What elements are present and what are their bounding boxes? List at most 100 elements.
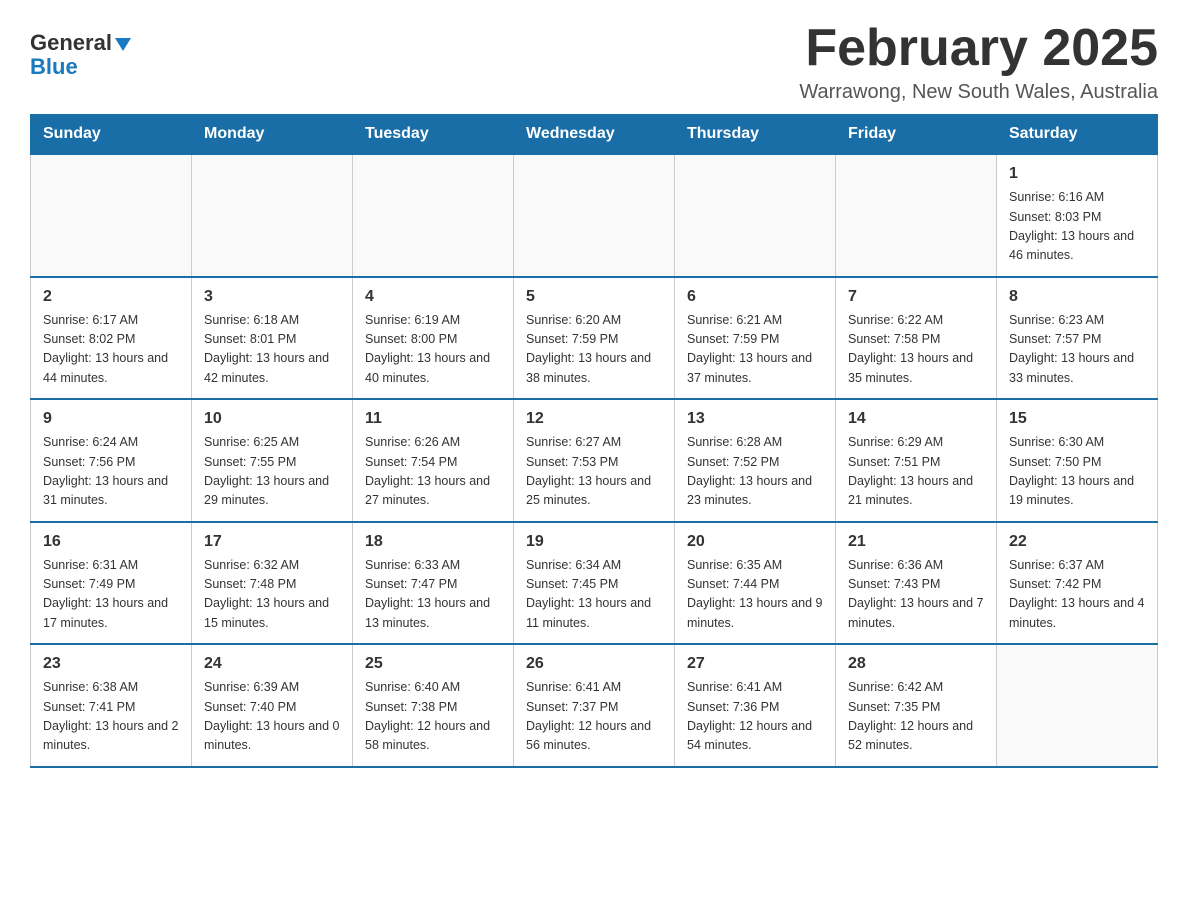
day-number: 12 xyxy=(526,410,662,428)
day-info: Sunrise: 6:36 AMSunset: 7:43 PMDaylight:… xyxy=(848,556,984,634)
day-info: Sunrise: 6:41 AMSunset: 7:36 PMDaylight:… xyxy=(687,678,823,756)
day-info: Sunrise: 6:32 AMSunset: 7:48 PMDaylight:… xyxy=(204,556,340,634)
day-number: 27 xyxy=(687,655,823,673)
day-info: Sunrise: 6:40 AMSunset: 7:38 PMDaylight:… xyxy=(365,678,501,756)
table-row: 2 Sunrise: 6:17 AMSunset: 8:02 PMDaylight… xyxy=(31,277,192,400)
day-number: 19 xyxy=(526,533,662,551)
day-info: Sunrise: 6:17 AMSunset: 8:02 PMDaylight:… xyxy=(43,311,179,389)
day-info: Sunrise: 6:29 AMSunset: 7:51 PMDaylight:… xyxy=(848,433,984,511)
table-row: 16 Sunrise: 6:31 AMSunset: 7:49 PMDayligh… xyxy=(31,522,192,645)
day-number: 3 xyxy=(204,288,340,306)
day-number: 28 xyxy=(848,655,984,673)
calendar-title: February 2025 xyxy=(799,20,1158,77)
day-info: Sunrise: 6:31 AMSunset: 7:49 PMDaylight:… xyxy=(43,556,179,634)
day-number: 11 xyxy=(365,410,501,428)
day-number: 17 xyxy=(204,533,340,551)
logo-triangle-icon xyxy=(115,38,131,51)
day-info: Sunrise: 6:39 AMSunset: 7:40 PMDaylight:… xyxy=(204,678,340,756)
day-number: 16 xyxy=(43,533,179,551)
table-row: 8 Sunrise: 6:23 AMSunset: 7:57 PMDaylight… xyxy=(997,277,1158,400)
table-row: 6 Sunrise: 6:21 AMSunset: 7:59 PMDaylight… xyxy=(675,277,836,400)
table-row: 1 Sunrise: 6:16 AMSunset: 8:03 PMDaylight… xyxy=(997,154,1158,277)
table-row xyxy=(836,154,997,277)
day-number: 13 xyxy=(687,410,823,428)
calendar-header-row: Sunday Monday Tuesday Wednesday Thursday… xyxy=(31,115,1158,155)
day-info: Sunrise: 6:38 AMSunset: 7:41 PMDaylight:… xyxy=(43,678,179,756)
page-header: General Blue February 2025 Warrawong, Ne… xyxy=(30,20,1158,104)
day-number: 18 xyxy=(365,533,501,551)
table-row xyxy=(997,644,1158,767)
day-info: Sunrise: 6:24 AMSunset: 7:56 PMDaylight:… xyxy=(43,433,179,511)
day-info: Sunrise: 6:27 AMSunset: 7:53 PMDaylight:… xyxy=(526,433,662,511)
day-info: Sunrise: 6:19 AMSunset: 8:00 PMDaylight:… xyxy=(365,311,501,389)
day-info: Sunrise: 6:41 AMSunset: 7:37 PMDaylight:… xyxy=(526,678,662,756)
table-row xyxy=(353,154,514,277)
day-info: Sunrise: 6:26 AMSunset: 7:54 PMDaylight:… xyxy=(365,433,501,511)
table-row: 7Sunrise: 6:22 AMSunset: 7:58 PMDaylight… xyxy=(836,277,997,400)
day-info: Sunrise: 6:25 AMSunset: 7:55 PMDaylight:… xyxy=(204,433,340,511)
table-row: 9 Sunrise: 6:24 AMSunset: 7:56 PMDaylight… xyxy=(31,399,192,522)
table-row: 28 Sunrise: 6:42 AMSunset: 7:35 PMDayligh… xyxy=(836,644,997,767)
day-number: 25 xyxy=(365,655,501,673)
table-row: 26 Sunrise: 6:41 AMSunset: 7:37 PMDayligh… xyxy=(514,644,675,767)
table-row: 23Sunrise: 6:38 AMSunset: 7:41 PMDayligh… xyxy=(31,644,192,767)
calendar-week-row: 2 Sunrise: 6:17 AMSunset: 8:02 PMDaylight… xyxy=(31,277,1158,400)
calendar-subtitle: Warrawong, New South Wales, Australia xyxy=(799,81,1158,104)
day-number: 14 xyxy=(848,410,984,428)
day-number: 4 xyxy=(365,288,501,306)
table-row: 19 Sunrise: 6:34 AMSunset: 7:45 PMDayligh… xyxy=(514,522,675,645)
day-number: 5 xyxy=(526,288,662,306)
title-section: February 2025 Warrawong, New South Wales… xyxy=(799,20,1158,104)
logo: General Blue xyxy=(30,20,131,80)
day-number: 1 xyxy=(1009,165,1145,183)
table-row: 25 Sunrise: 6:40 AMSunset: 7:38 PMDayligh… xyxy=(353,644,514,767)
col-saturday: Saturday xyxy=(997,115,1158,155)
col-sunday: Sunday xyxy=(31,115,192,155)
day-number: 2 xyxy=(43,288,179,306)
table-row: 20Sunrise: 6:35 AMSunset: 7:44 PMDayligh… xyxy=(675,522,836,645)
day-info: Sunrise: 6:34 AMSunset: 7:45 PMDaylight:… xyxy=(526,556,662,634)
day-number: 21 xyxy=(848,533,984,551)
day-info: Sunrise: 6:37 AMSunset: 7:42 PMDaylight:… xyxy=(1009,556,1145,634)
day-info: Sunrise: 6:33 AMSunset: 7:47 PMDaylight:… xyxy=(365,556,501,634)
table-row: 17 Sunrise: 6:32 AMSunset: 7:48 PMDayligh… xyxy=(192,522,353,645)
table-row xyxy=(675,154,836,277)
table-row: 27 Sunrise: 6:41 AMSunset: 7:36 PMDayligh… xyxy=(675,644,836,767)
table-row: 14 Sunrise: 6:29 AMSunset: 7:51 PMDayligh… xyxy=(836,399,997,522)
day-info: Sunrise: 6:18 AMSunset: 8:01 PMDaylight:… xyxy=(204,311,340,389)
col-thursday: Thursday xyxy=(675,115,836,155)
day-number: 7 xyxy=(848,288,984,306)
table-row: 4 Sunrise: 6:19 AMSunset: 8:00 PMDaylight… xyxy=(353,277,514,400)
col-wednesday: Wednesday xyxy=(514,115,675,155)
table-row: 12 Sunrise: 6:27 AMSunset: 7:53 PMDayligh… xyxy=(514,399,675,522)
day-info: Sunrise: 6:30 AMSunset: 7:50 PMDaylight:… xyxy=(1009,433,1145,511)
day-info: Sunrise: 6:42 AMSunset: 7:35 PMDaylight:… xyxy=(848,678,984,756)
table-row: 5Sunrise: 6:20 AMSunset: 7:59 PMDaylight… xyxy=(514,277,675,400)
day-number: 24 xyxy=(204,655,340,673)
table-row xyxy=(514,154,675,277)
logo-general-text: General xyxy=(30,30,112,56)
calendar-week-row: 1 Sunrise: 6:16 AMSunset: 8:03 PMDaylight… xyxy=(31,154,1158,277)
day-number: 9 xyxy=(43,410,179,428)
table-row: 3 Sunrise: 6:18 AMSunset: 8:01 PMDaylight… xyxy=(192,277,353,400)
logo-blue-text: Blue xyxy=(30,54,78,80)
day-info: Sunrise: 6:21 AMSunset: 7:59 PMDaylight:… xyxy=(687,311,823,389)
table-row: 13 Sunrise: 6:28 AMSunset: 7:52 PMDayligh… xyxy=(675,399,836,522)
col-friday: Friday xyxy=(836,115,997,155)
day-number: 22 xyxy=(1009,533,1145,551)
day-info: Sunrise: 6:23 AMSunset: 7:57 PMDaylight:… xyxy=(1009,311,1145,389)
day-number: 8 xyxy=(1009,288,1145,306)
table-row: 15 Sunrise: 6:30 AMSunset: 7:50 PMDayligh… xyxy=(997,399,1158,522)
day-number: 6 xyxy=(687,288,823,306)
day-info: Sunrise: 6:35 AMSunset: 7:44 PMDaylight:… xyxy=(687,556,823,634)
calendar-week-row: 23Sunrise: 6:38 AMSunset: 7:41 PMDayligh… xyxy=(31,644,1158,767)
day-info: Sunrise: 6:28 AMSunset: 7:52 PMDaylight:… xyxy=(687,433,823,511)
day-number: 15 xyxy=(1009,410,1145,428)
table-row: 24 Sunrise: 6:39 AMSunset: 7:40 PMDayligh… xyxy=(192,644,353,767)
calendar-week-row: 16 Sunrise: 6:31 AMSunset: 7:49 PMDayligh… xyxy=(31,522,1158,645)
day-number: 26 xyxy=(526,655,662,673)
day-info: Sunrise: 6:16 AMSunset: 8:03 PMDaylight:… xyxy=(1009,188,1145,266)
calendar-table: Sunday Monday Tuesday Wednesday Thursday… xyxy=(30,114,1158,768)
col-monday: Monday xyxy=(192,115,353,155)
table-row: 10Sunrise: 6:25 AMSunset: 7:55 PMDayligh… xyxy=(192,399,353,522)
